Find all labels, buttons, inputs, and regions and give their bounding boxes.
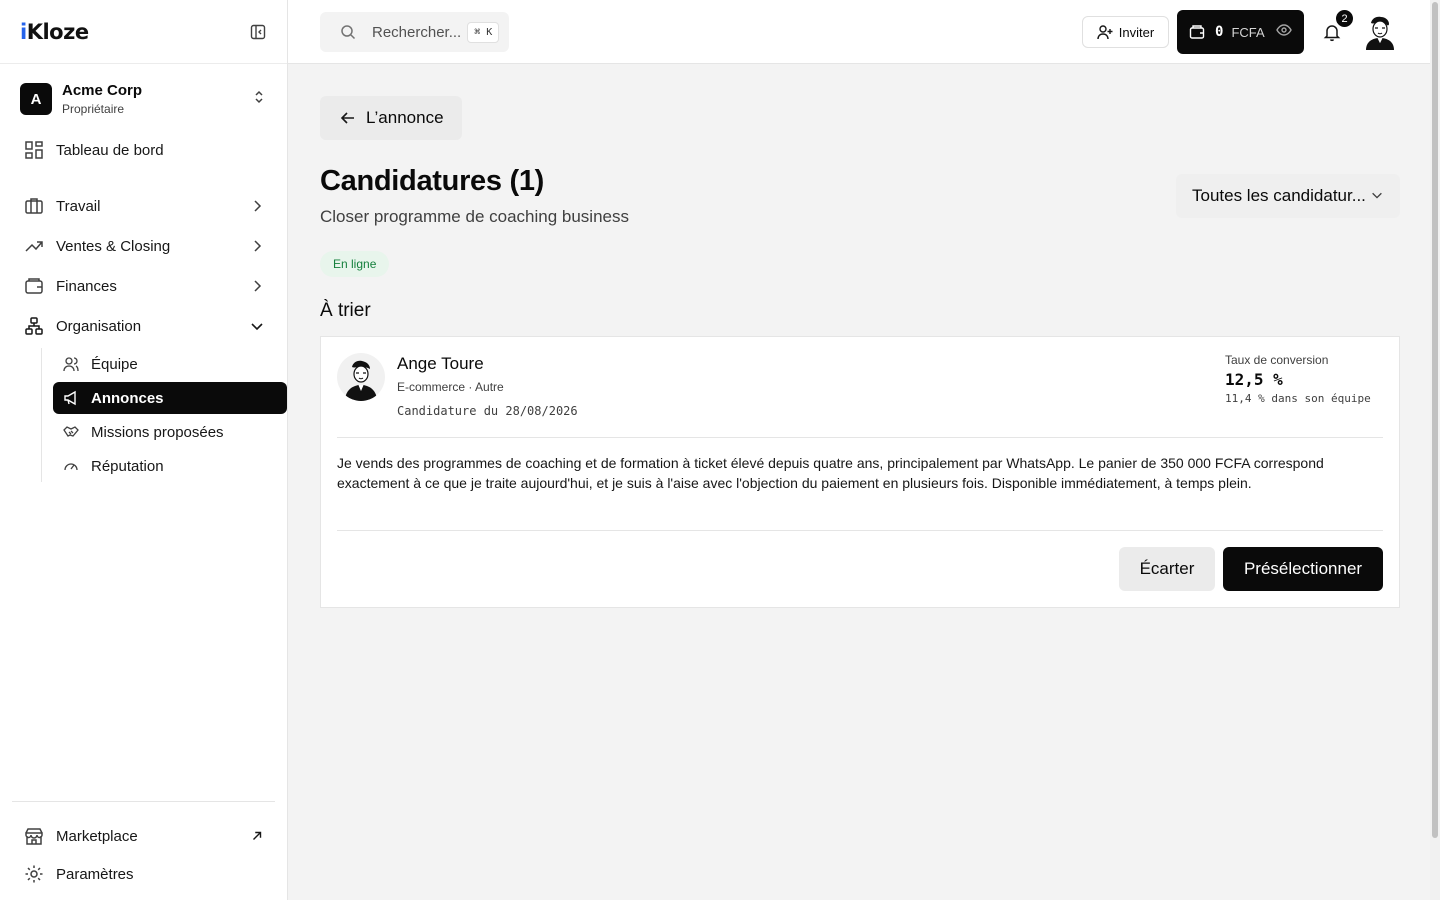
search-icon <box>340 24 356 40</box>
nav-label-finances: Finances <box>56 277 117 295</box>
candidate-date: Candidature du 28/08/2026 <box>397 404 578 418</box>
back-label: L’annonce <box>366 108 444 127</box>
divider <box>337 530 1383 531</box>
chevron-right-icon <box>249 238 265 254</box>
sidebar-label-ads: Annonces <box>91 389 164 407</box>
discard-button[interactable]: Écarter <box>1119 547 1215 591</box>
scrollbar[interactable] <box>1430 0 1440 900</box>
notifications-badge: 2 <box>1334 8 1355 29</box>
org-role: Propriétaire <box>62 102 125 116</box>
search-placeholder: Rechercher... <box>372 23 462 41</box>
candidate-card: Ange Toure E-commerce · Autre Candidatur… <box>320 336 1400 608</box>
nav-item-settings[interactable]: Paramètres <box>12 854 275 894</box>
org-avatar: A <box>20 83 52 115</box>
nav-label-dashboard: Tableau de bord <box>56 141 164 159</box>
page-title: Candidatures (1) <box>320 165 545 197</box>
sidebar-toggle-icon[interactable] <box>249 23 267 41</box>
store-icon <box>24 826 44 846</box>
sidebar-item-ads[interactable]: Annonces <box>53 382 287 414</box>
gear-icon <box>24 864 44 884</box>
conversion-rate-value: 12,5 % <box>1225 370 1283 389</box>
sidebar-item-missions[interactable]: Missions proposées <box>53 416 287 448</box>
nav-label-settings: Paramètres <box>56 865 134 883</box>
nav-item-dashboard[interactable]: Tableau de bord <box>12 130 275 170</box>
sidebar-footer: Marketplace Paramètres <box>12 801 275 900</box>
divider <box>337 437 1383 438</box>
chevron-right-icon <box>249 278 265 294</box>
topbar: Rechercher... ⌘ K Inviter 0 FCFA 2 <box>288 0 1440 64</box>
status-badge: En ligne <box>320 251 390 277</box>
arrow-left-icon <box>340 110 356 126</box>
organisation-submenu: Équipe Annonces Missions proposées Réput… <box>41 348 287 482</box>
trending-up-icon <box>24 236 44 256</box>
megaphone-icon <box>63 390 79 406</box>
wallet-icon <box>1189 24 1205 40</box>
nav-item-finances[interactable]: Finances <box>12 266 275 306</box>
chevron-down-icon <box>1370 188 1386 204</box>
scrollbar-thumb[interactable] <box>1432 2 1438 838</box>
wallet-currency: FCFA <box>1231 24 1265 40</box>
conversion-rate-team: 11,4 % dans son équipe <box>1225 392 1371 405</box>
filter-value: Toutes les candidatur... <box>1192 186 1366 205</box>
user-plus-icon <box>1097 24 1113 40</box>
search-input[interactable]: Rechercher... ⌘ K <box>320 12 509 52</box>
conversion-rate-label: Taux de conversion <box>1225 353 1329 367</box>
nav-item-work[interactable]: Travail <box>12 186 275 226</box>
chevrons-up-down-icon <box>251 89 267 110</box>
sidebar-label-reputation: Réputation <box>91 457 164 475</box>
nav-label-organisation: Organisation <box>56 317 142 335</box>
page-subtitle: Closer programme de coaching business <box>320 207 629 226</box>
nav-item-sales[interactable]: Ventes & Closing <box>12 226 275 266</box>
chevron-right-icon <box>249 198 265 214</box>
sidebar: iKloze A Acme Corp Propriétaire Tableau … <box>0 0 288 900</box>
conversion-rate: Taux de conversion 12,5 % 11,4 % dans so… <box>1225 353 1383 405</box>
wallet-balance-button[interactable]: 0 FCFA <box>1177 10 1304 54</box>
briefcase-icon <box>24 196 44 216</box>
sidebar-item-team[interactable]: Équipe <box>53 348 287 380</box>
handshake-icon <box>63 424 79 440</box>
main-nav: Tableau de bord Travail Ventes & Closing… <box>0 130 287 482</box>
arrow-up-right-icon <box>249 828 265 844</box>
candidate-name[interactable]: Ange Toure <box>397 354 484 374</box>
wallet-icon <box>24 276 44 296</box>
nav-label-work: Travail <box>56 197 101 215</box>
network-icon <box>24 316 44 336</box>
main-content: L’annonce Candidatures (1) Closer progra… <box>288 64 1440 900</box>
app-logo[interactable]: iKloze <box>20 20 89 44</box>
section-title: À trier <box>320 300 371 321</box>
sidebar-label-missions: Missions proposées <box>91 423 224 441</box>
org-switcher[interactable]: A Acme Corp Propriétaire <box>0 64 287 130</box>
sidebar-item-reputation[interactable]: Réputation <box>53 450 287 482</box>
candidate-avatar <box>337 353 385 401</box>
nav-label-marketplace: Marketplace <box>56 827 138 845</box>
org-name: Acme Corp <box>62 82 143 99</box>
shortlist-button[interactable]: Présélectionner <box>1223 547 1383 591</box>
gauge-icon <box>63 458 79 474</box>
nav-label-sales: Ventes & Closing <box>56 237 171 255</box>
eye-icon[interactable] <box>1276 22 1292 43</box>
invite-button[interactable]: Inviter <box>1082 16 1169 48</box>
chevron-down-icon <box>249 318 265 334</box>
nav-item-marketplace[interactable]: Marketplace <box>12 816 275 856</box>
candidate-meta: E-commerce · Autre <box>397 380 504 394</box>
users-icon <box>63 356 79 372</box>
wallet-amount: 0 <box>1215 24 1224 40</box>
logo-rest: Kloze <box>26 19 89 44</box>
user-avatar[interactable] <box>1363 14 1397 50</box>
candidate-message: Je vends des programmes de coaching et d… <box>337 455 1324 491</box>
nav-item-organisation[interactable]: Organisation <box>12 306 275 346</box>
status-filter-select[interactable]: Toutes les candidatur... <box>1176 174 1400 218</box>
logo-i: i <box>20 19 27 44</box>
invite-label: Inviter <box>1118 24 1155 40</box>
sidebar-label-team: Équipe <box>91 355 138 373</box>
back-to-ad-button[interactable]: L’annonce <box>320 96 462 140</box>
search-shortcut: ⌘ K <box>467 21 500 43</box>
logo-row: iKloze <box>0 0 287 64</box>
layout-grid-icon <box>24 140 44 160</box>
